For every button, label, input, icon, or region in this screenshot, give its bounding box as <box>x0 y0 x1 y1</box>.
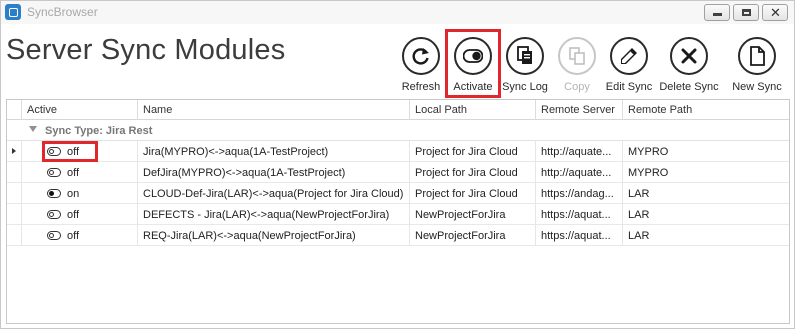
remote-path-cell: LAR <box>628 209 650 221</box>
remote-path-cell: MYPRO <box>628 167 669 179</box>
column-header-local-path[interactable]: Local Path <box>410 100 536 120</box>
grid-header: Active Name Local Path Remote Server Rem… <box>7 100 789 120</box>
active-status: off <box>67 209 80 221</box>
minimize-icon <box>713 13 722 16</box>
window-title: SyncBrowser <box>27 5 98 19</box>
close-icon: ✕ <box>770 5 781 20</box>
local-path-cell: Project for Jira Cloud <box>410 183 536 204</box>
name-cell: DEFECTS - Jira(LAR)<->aqua(NewProjectFor… <box>138 204 410 225</box>
row-indicator <box>7 183 22 204</box>
column-header-remote-path[interactable]: Remote Path <box>623 100 789 120</box>
row-indicator <box>7 204 22 225</box>
group-row[interactable]: Sync Type: Jira Rest <box>7 121 789 141</box>
remote-server-cell: https://andag... <box>536 183 623 204</box>
current-row-pointer-icon <box>12 148 16 154</box>
column-header-name[interactable]: Name <box>138 100 410 120</box>
maximize-button[interactable] <box>733 4 759 21</box>
table-row[interactable]: off DefJira(MYPRO)<->aqua(1A-TestProject… <box>7 162 789 183</box>
remote-server-cell: https://aquat... <box>536 204 623 225</box>
collapse-caret-icon[interactable] <box>29 126 37 132</box>
new-document-icon <box>738 37 776 75</box>
delete-sync-button[interactable]: Delete Sync <box>658 37 720 97</box>
active-cell[interactable]: on <box>22 183 138 204</box>
toggle-off-icon[interactable] <box>47 168 61 177</box>
maximize-icon <box>742 9 751 16</box>
edit-sync-label: Edit Sync <box>605 81 653 93</box>
local-path-cell: Project for Jira Cloud <box>410 141 536 162</box>
row-indicator <box>7 162 22 183</box>
copy-icon <box>558 37 596 75</box>
remote-server-cell: http://aquate... <box>536 162 623 183</box>
x-icon <box>670 37 708 75</box>
minimize-button[interactable] <box>704 4 730 21</box>
indicator-column-header <box>7 100 22 120</box>
table-row[interactable]: on CLOUD-Def-Jira(LAR)<->aqua(Project fo… <box>7 183 789 204</box>
column-header-active[interactable]: Active <box>22 100 138 120</box>
name-cell: Jira(MYPRO)<->aqua(1A-TestProject) <box>138 141 410 162</box>
activate-highlight-box <box>445 29 501 98</box>
page-title: Server Sync Modules <box>6 34 286 66</box>
active-cell[interactable]: off <box>22 162 138 183</box>
name-cell: REQ-Jira(LAR)<->aqua(NewProjectForJira) <box>138 225 410 246</box>
toggle-off-icon[interactable] <box>47 210 61 219</box>
remote-path-cell: LAR <box>628 230 650 242</box>
active-cell[interactable]: off <box>22 204 138 225</box>
close-button[interactable]: ✕ <box>762 4 788 21</box>
sync-browser-window: SyncBrowser ✕ Server Sync Modules Refres… <box>0 0 795 329</box>
remote-path-cell: LAR <box>628 188 650 200</box>
refresh-icon <box>402 37 440 75</box>
document-stack-icon <box>506 37 544 75</box>
active-cell[interactable]: off <box>22 225 138 246</box>
table-row[interactable]: off Jira(MYPRO)<->aqua(1A-TestProject) P… <box>7 141 789 162</box>
active-status: on <box>67 188 80 200</box>
table-row[interactable]: off REQ-Jira(LAR)<->aqua(NewProjectForJi… <box>7 225 789 246</box>
local-path-cell: NewProjectForJira <box>410 225 536 246</box>
sync-modules-grid: Active Name Local Path Remote Server Rem… <box>6 99 790 324</box>
app-icon <box>5 4 21 20</box>
pencil-icon <box>610 37 648 75</box>
toggle-on-icon[interactable] <box>47 189 61 198</box>
row-indicator <box>7 225 22 246</box>
group-label: Sync Type: Jira Rest <box>45 125 153 137</box>
delete-sync-label: Delete Sync <box>659 81 719 93</box>
remote-server-cell: https://aquat... <box>536 225 623 246</box>
new-sync-label: New Sync <box>732 81 782 93</box>
title-bar: SyncBrowser ✕ <box>1 1 794 24</box>
name-cell: CLOUD-Def-Jira(LAR)<->aqua(Project for J… <box>138 183 410 204</box>
active-status: off <box>67 230 80 242</box>
name-cell: DefJira(MYPRO)<->aqua(1A-TestProject) <box>138 162 410 183</box>
row-indicator <box>7 141 22 162</box>
local-path-cell: Project for Jira Cloud <box>410 162 536 183</box>
local-path-cell: NewProjectForJira <box>410 204 536 225</box>
active-status: off <box>67 167 80 179</box>
new-sync-button[interactable]: New Sync <box>726 37 788 97</box>
table-row[interactable]: off DEFECTS - Jira(LAR)<->aqua(NewProjec… <box>7 204 789 225</box>
remote-path-cell: MYPRO <box>628 146 669 158</box>
remote-server-cell: http://aquate... <box>536 141 623 162</box>
column-header-remote-server[interactable]: Remote Server <box>536 100 623 120</box>
toggle-off-icon[interactable] <box>47 231 61 240</box>
row-active-highlight-box <box>42 141 98 162</box>
edit-sync-button[interactable]: Edit Sync <box>598 37 660 97</box>
